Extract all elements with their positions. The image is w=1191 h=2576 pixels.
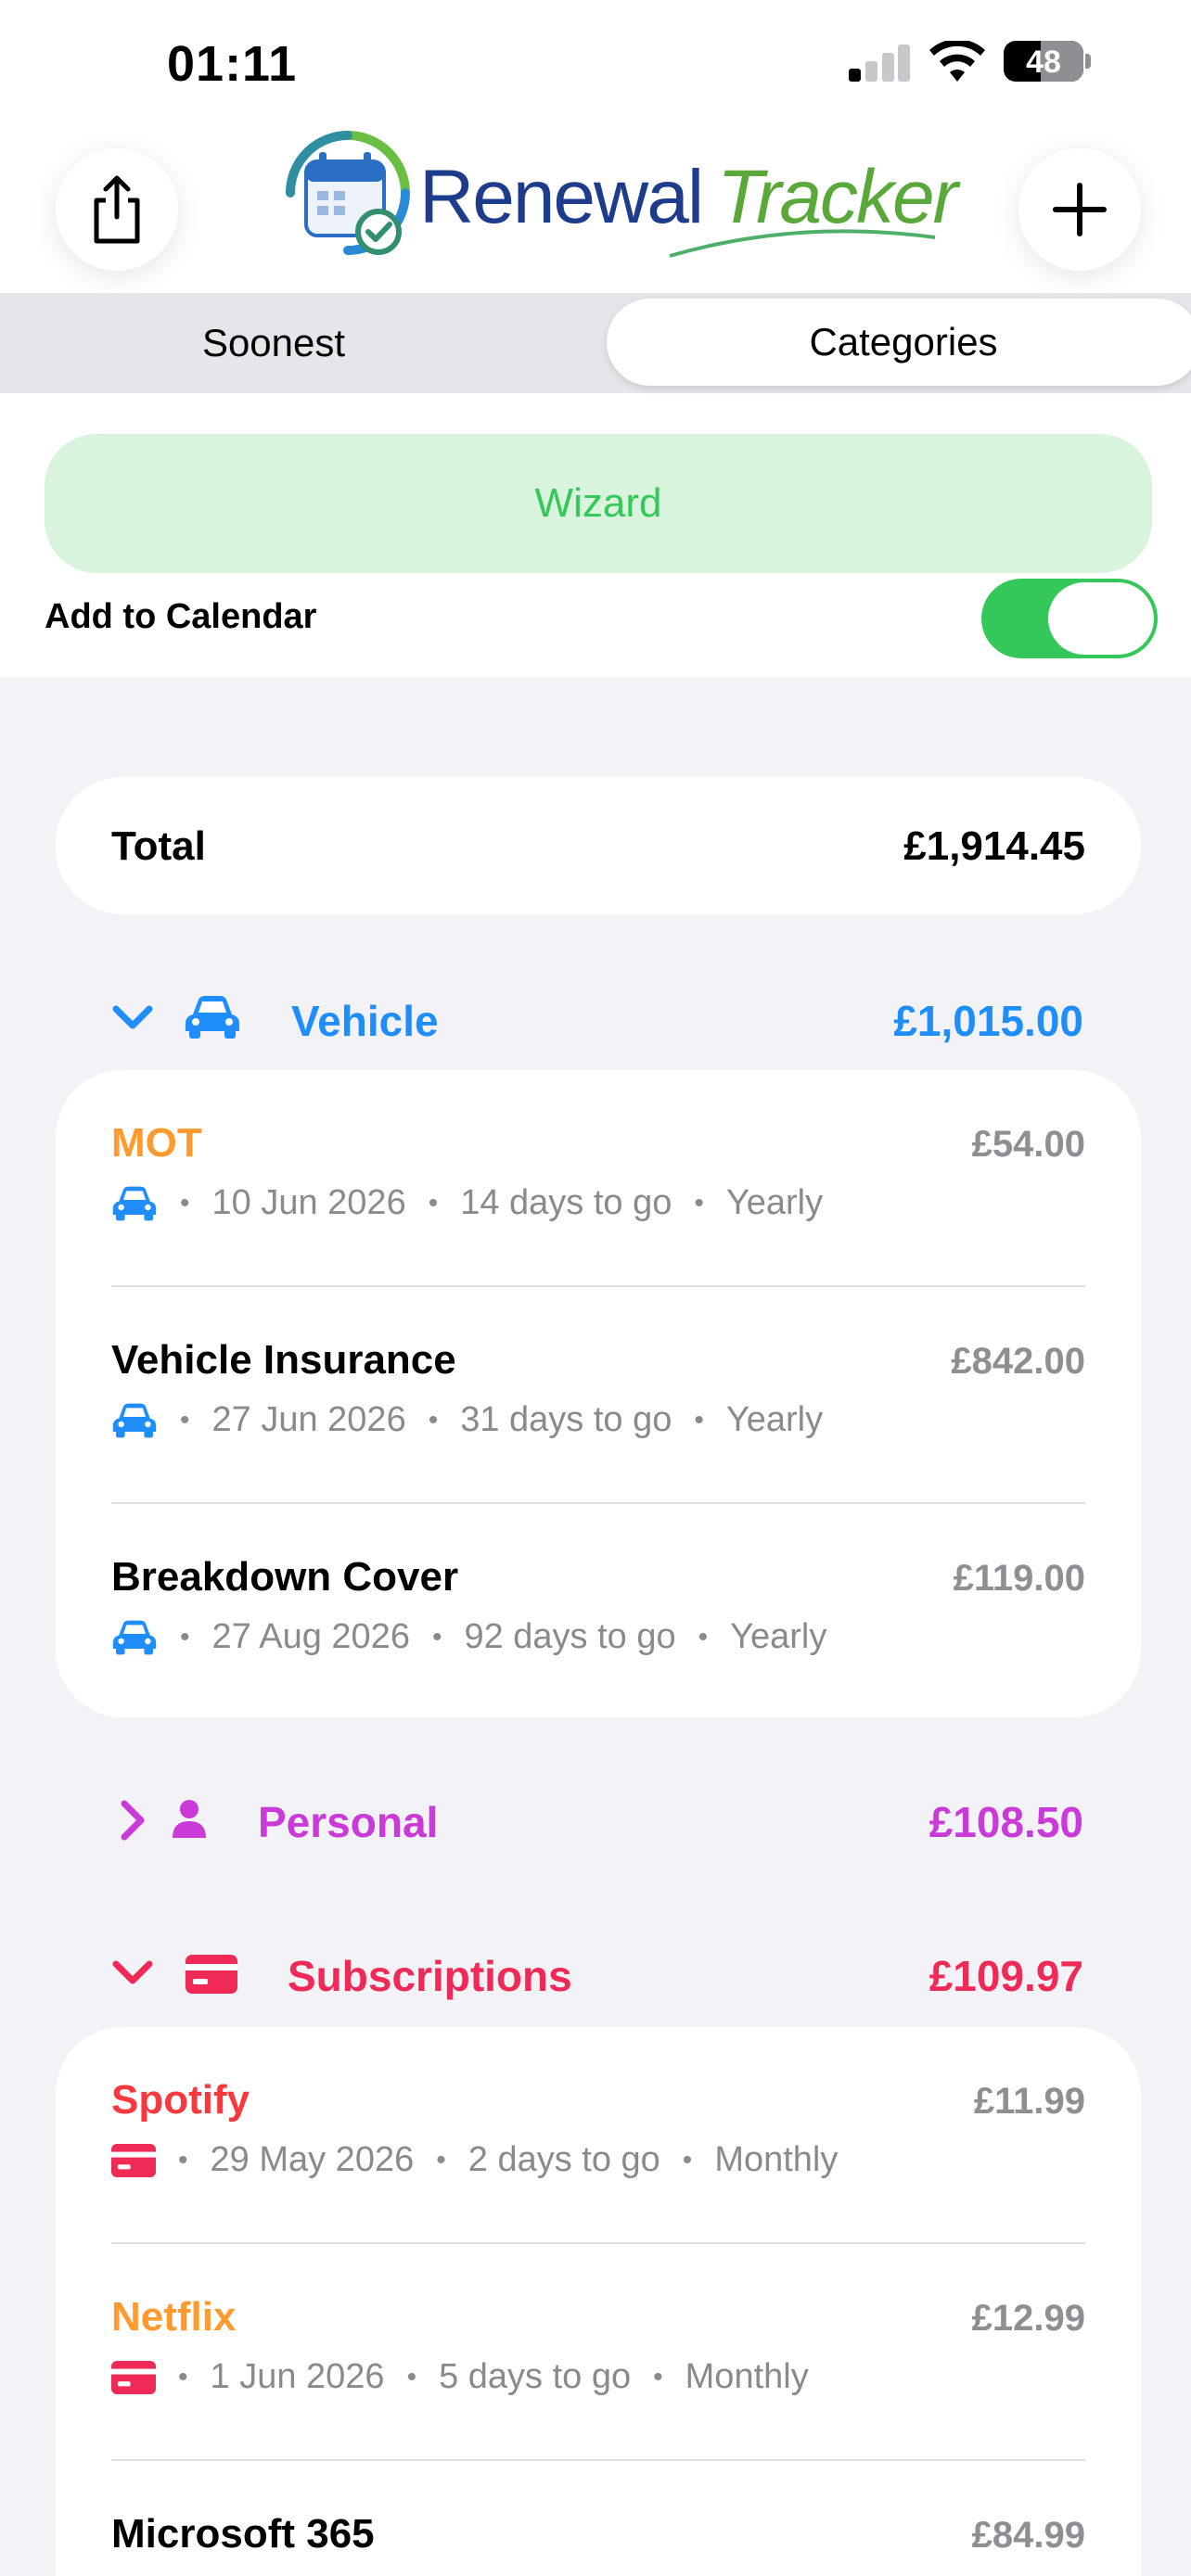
- calendar-refresh-icon: [286, 131, 410, 255]
- logo-swoosh: [669, 229, 936, 258]
- status-time: 01:11: [167, 36, 298, 92]
- item-name: Spotify: [111, 2077, 250, 2123]
- item-date: 1 Jun 2026: [210, 2357, 385, 2396]
- car-icon: [112, 1186, 157, 1220]
- item-price: £84.99: [971, 2515, 1085, 2556]
- category-total-subscriptions: £109.97: [928, 1952, 1083, 2000]
- subscriptions-items-card: Spotify £11.99 • 29 May 2026 • 2 days to g…: [56, 2027, 1141, 2576]
- item-days-to-go: 31 days to go: [460, 1400, 672, 1439]
- battery-tip: [1085, 54, 1091, 69]
- total-value: £1,914.45: [903, 823, 1085, 869]
- total-card: Total £1,914.45: [56, 777, 1141, 914]
- category-header-subscriptions[interactable]: Subscriptions £109.97: [0, 1936, 1191, 2010]
- credit-card-icon: [111, 2143, 156, 2177]
- app-logo: Renewal Tracker: [278, 126, 958, 265]
- item-days-to-go: 92 days to go: [464, 1617, 676, 1656]
- item-days-to-go: 5 days to go: [439, 2357, 632, 2396]
- item-price: £11.99: [973, 2081, 1085, 2122]
- category-total-personal: £108.50: [928, 1798, 1083, 1846]
- list-item[interactable]: Vehicle Insurance £842.00 • 27 Jun 2026 •…: [111, 1287, 1085, 1504]
- item-date: 27 Jun 2026: [211, 1400, 406, 1439]
- plus-icon: [1053, 183, 1107, 236]
- item-price: £119.00: [953, 1558, 1085, 1599]
- list-item[interactable]: Breakdown Cover £119.00 • 27 Aug 2026 • 92…: [111, 1504, 1085, 1721]
- list-item[interactable]: Netflix £12.99 • 1 Jun 2026 • 5 days to go…: [111, 2244, 1085, 2461]
- total-label: Total: [111, 823, 206, 869]
- category-name-subscriptions: Subscriptions: [288, 1952, 572, 2000]
- list-item[interactable]: Spotify £11.99 • 29 May 2026 • 2 days to g…: [111, 2027, 1085, 2244]
- item-date: 10 Jun 2026: [211, 1183, 406, 1222]
- item-days-to-go: 2 days to go: [467, 2140, 660, 2179]
- car-icon: [112, 1620, 157, 1654]
- item-days-to-go: 14 days to go: [460, 1183, 672, 1222]
- list-item[interactable]: MOT £54.00 • 10 Jun 2026 • 14 days to go •…: [111, 1070, 1085, 1287]
- vehicle-items-card: MOT £54.00 • 10 Jun 2026 • 14 days to go •…: [56, 1070, 1141, 1717]
- add-button[interactable]: [1018, 148, 1141, 271]
- item-date: 29 May 2026: [210, 2140, 415, 2179]
- car-icon: [186, 996, 239, 1039]
- category-header-vehicle[interactable]: Vehicle £1,015.00: [0, 981, 1191, 1055]
- chevron-down-icon: [112, 1005, 153, 1029]
- item-name: MOT: [111, 1120, 202, 1166]
- credit-card-icon: [111, 2360, 156, 2394]
- wizard-button[interactable]: Wizard: [45, 434, 1152, 573]
- item-price: £12.99: [971, 2298, 1085, 2339]
- list-item[interactable]: Microsoft 365 £84.99: [111, 2461, 1085, 2576]
- wifi-icon: [929, 41, 985, 82]
- category-name-personal: Personal: [258, 1798, 439, 1846]
- item-name: Microsoft 365: [111, 2511, 375, 2557]
- toggle-knob: [1048, 582, 1154, 655]
- car-icon: [112, 1403, 157, 1437]
- cellular-signal-icon: [849, 45, 910, 82]
- person-icon: [173, 1800, 206, 1838]
- credit-card-icon: [186, 1955, 237, 1994]
- item-date: 27 Aug 2026: [211, 1617, 410, 1656]
- tab-soonest[interactable]: Soonest: [0, 293, 547, 393]
- add-to-calendar-toggle[interactable]: [981, 579, 1158, 658]
- item-price: £842.00: [951, 1341, 1085, 1382]
- item-frequency: Monthly: [714, 2140, 839, 2179]
- item-frequency: Yearly: [725, 1400, 824, 1439]
- item-name: Netflix: [111, 2294, 237, 2340]
- item-frequency: Yearly: [730, 1617, 827, 1656]
- item-name: Breakdown Cover: [111, 1554, 459, 1600]
- battery-icon: 48: [1004, 41, 1083, 82]
- item-frequency: Monthly: [685, 2357, 809, 2396]
- chevron-right-icon: [121, 1800, 145, 1841]
- item-frequency: Yearly: [725, 1183, 824, 1222]
- item-name: Vehicle Insurance: [111, 1337, 456, 1383]
- sort-segmented-control: Soonest Categories: [0, 293, 1191, 393]
- category-total-vehicle: £1,015.00: [893, 997, 1083, 1045]
- add-to-calendar-label: Add to Calendar: [45, 597, 317, 636]
- category-header-personal[interactable]: Personal £108.50: [0, 1782, 1191, 1856]
- logo-word-renewal: Renewal: [419, 155, 704, 239]
- item-price: £54.00: [971, 1124, 1085, 1165]
- battery-level: 48: [1026, 45, 1061, 80]
- category-name-vehicle: Vehicle: [291, 997, 439, 1045]
- tab-categories[interactable]: Categories: [607, 299, 1191, 386]
- share-icon: [94, 175, 140, 244]
- chevron-down-icon: [112, 1960, 153, 1984]
- share-button[interactable]: [56, 148, 178, 271]
